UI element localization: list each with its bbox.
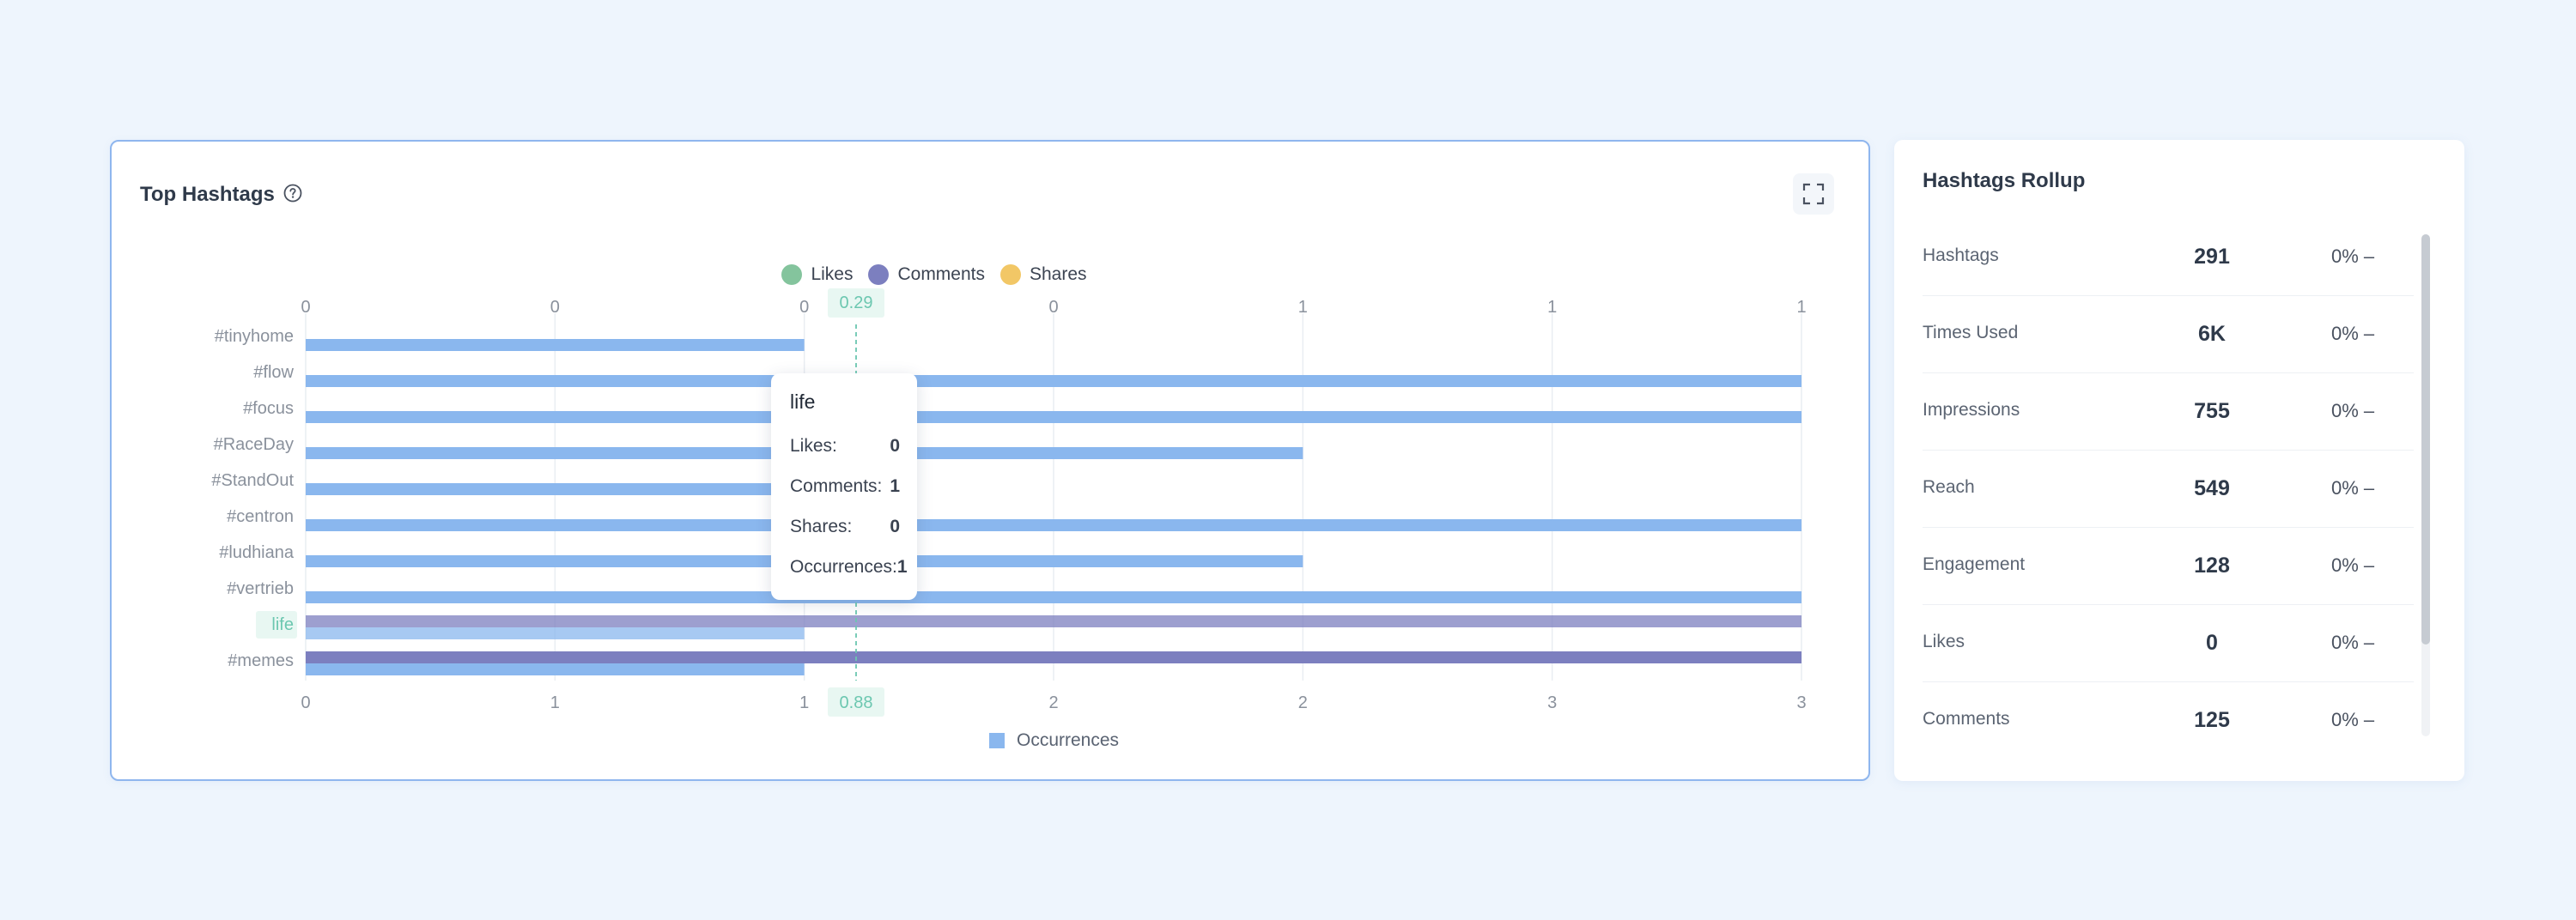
cursor-bottom-label: 0.88 [840, 693, 873, 712]
comments-bar [306, 615, 1801, 627]
category-label: #ludhiana [219, 543, 295, 562]
category-label: #tinyhome [215, 327, 294, 346]
rollup-value: 755 [2194, 399, 2230, 423]
tooltip-row-likes: Likes: 0 [790, 436, 900, 476]
rollup-row-impressions: Impressions 755 0% – [1923, 373, 2414, 451]
comments-bar [306, 651, 1801, 663]
rollup-value: 549 [2194, 476, 2230, 500]
tooltip-comments-value: 1 [890, 476, 900, 496]
rollup-label: Times Used [1923, 323, 2019, 342]
bottom-axis-tick-label: 1 [550, 693, 560, 712]
bottom-axis-tick-label: 2 [1298, 693, 1308, 712]
top-axis-tick-label: 1 [1298, 298, 1308, 317]
top-axis-tick-label: 0 [301, 298, 310, 317]
rollup-row-engagement: Engagement 128 0% – [1923, 528, 2414, 605]
tooltip-shares-label: Shares: [790, 517, 853, 536]
rollup-change: 0% – [2331, 245, 2375, 267]
occurrences-bar [306, 591, 1801, 603]
occurrences-bar [306, 627, 805, 639]
tooltip-occurrences-label: Occurrences: [790, 557, 897, 577]
occurrences-swatch [989, 733, 1005, 748]
rollup-scrollbar[interactable] [2421, 234, 2430, 736]
top-hashtags-card: Top Hashtags Likes Comments Shares 01122… [110, 140, 1870, 781]
rollup-label: Engagement [1923, 554, 2026, 574]
top-axis-tick-label: 1 [1796, 298, 1806, 317]
chart-legend-bottom[interactable]: Occurrences [989, 730, 1119, 751]
category-label: #centron [227, 507, 294, 526]
rollup-change: 0% – [2331, 709, 2375, 730]
bottom-axis-tick-label: 1 [799, 693, 809, 712]
bottom-axis-tick-label: 3 [1796, 693, 1806, 712]
rollup-label: Reach [1923, 477, 1975, 497]
tooltip-title: life [790, 390, 816, 413]
occurrences-bar [306, 411, 1801, 423]
cursor-top-label: 0.29 [840, 294, 873, 312]
rollup-row-times-used: Times Used 6K 0% – [1923, 296, 2414, 373]
top-axis-tick-label: 0 [1048, 298, 1058, 317]
rollup-value: 128 [2194, 554, 2230, 578]
rollup-row-comments: Comments 125 0% – [1923, 682, 2414, 759]
category-label: #memes [228, 651, 294, 670]
occurrences-bar [306, 519, 1801, 531]
rollup-value: 0 [2206, 631, 2218, 655]
hashtags-rollup-card: Hashtags Rollup Hashtags 291 0% – Times … [1894, 140, 2464, 781]
rollup-row-reach: Reach 549 0% – [1923, 451, 2414, 528]
rollup-title: Hashtags Rollup [1923, 169, 2086, 192]
rollup-label: Impressions [1923, 400, 2020, 420]
bottom-axis-tick-label: 2 [1048, 693, 1058, 712]
rollup-label: Likes [1923, 632, 1965, 651]
rollup-change: 0% – [2331, 400, 2375, 421]
occurrences-bar [306, 663, 805, 675]
top-axis-tick-label: 0 [799, 298, 809, 317]
rollup-value: 125 [2194, 708, 2230, 732]
category-label: #focus [243, 399, 294, 418]
rollup-scrollbar-thumb[interactable] [2421, 234, 2430, 645]
rollup-label: Comments [1923, 709, 2010, 729]
tooltip-occurrences-value: 1 [896, 557, 908, 577]
rollup-row-hashtags: Hashtags 291 0% – [1923, 219, 2414, 296]
rollup-value: 6K [2198, 322, 2226, 346]
occurrences-bar [306, 483, 805, 495]
rollup-change: 0% – [2331, 477, 2375, 499]
tooltip-row-shares: Shares: 0 [790, 517, 900, 557]
bottom-axis-tick-label: 3 [1547, 693, 1557, 712]
category-label: life [271, 615, 294, 634]
rollup-change: 0% – [2331, 632, 2375, 653]
category-label: #flow [253, 363, 294, 382]
bottom-axis-tick-label: 0 [301, 693, 310, 712]
top-axis-tick-label: 0 [550, 298, 560, 317]
top-axis-tick-label: 1 [1547, 298, 1557, 317]
category-label: #StandOut [211, 471, 294, 490]
rollup-row-likes: Likes 0 0% – [1923, 605, 2414, 682]
tooltip-row-occurrences: Occurrences: 1 [790, 557, 908, 597]
category-label: #vertrieb [227, 579, 294, 598]
legend-occurrences-label: Occurrences [1017, 730, 1120, 750]
hashtags-bar-chart: 0 1 1 2 2 3 3 0 0 0 0 1 1 1 #tinyhome #flow #focus #RaceD… [211, 288, 1807, 717]
rollup-label: Hashtags [1923, 245, 1999, 265]
rollup-change: 0% – [2331, 554, 2375, 576]
chart-tooltip: life Likes: 0 Comments: 1 Shares: 0 Occu… [771, 373, 917, 600]
category-label: #RaceDay [214, 435, 294, 454]
occurrences-bar [306, 339, 805, 351]
rollup-change: 0% – [2331, 323, 2375, 344]
tooltip-shares-value: 0 [890, 517, 900, 536]
rollup-value: 291 [2194, 245, 2230, 269]
tooltip-comments-label: Comments: [790, 476, 883, 496]
occurrences-bar [306, 375, 1801, 387]
tooltip-likes-label: Likes: [790, 436, 837, 456]
tooltip-likes-value: 0 [890, 436, 900, 456]
tooltip-row-comments: Comments: 1 [790, 476, 900, 517]
rollup-list: Hashtags 291 0% – Times Used 6K 0% – Imp… [1923, 219, 2414, 759]
